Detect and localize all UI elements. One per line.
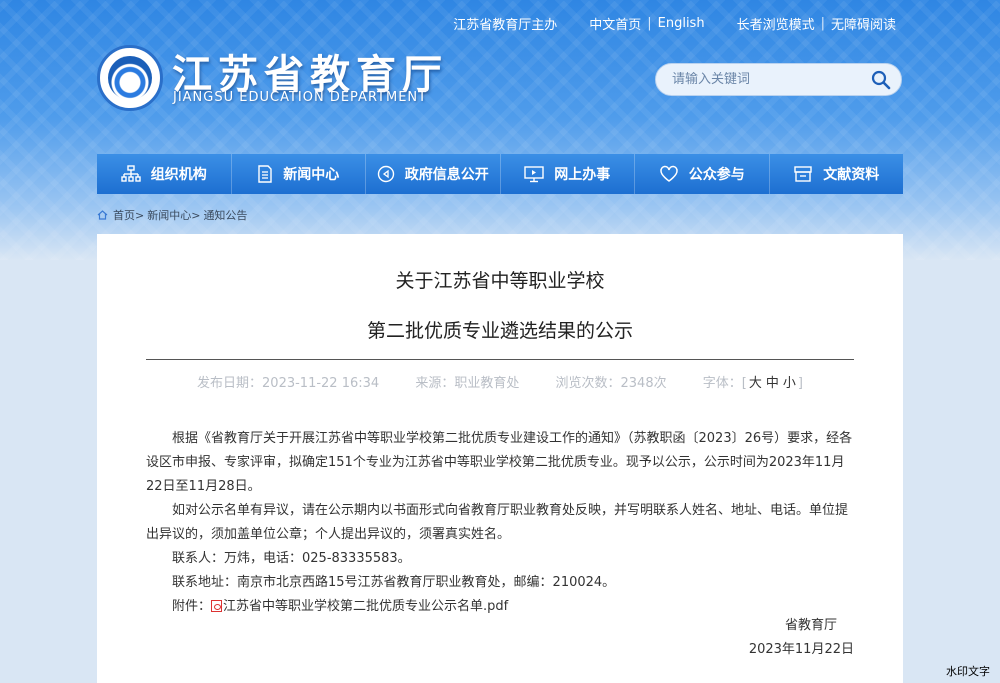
nav-label: 组织机构 xyxy=(150,167,207,183)
nav-item-news[interactable]: 新闻中心 xyxy=(232,154,366,194)
host-link[interactable]: 江苏省教育厅主办 xyxy=(453,14,557,33)
compass-icon xyxy=(377,165,394,183)
paragraph-1: 根据《省教育厅关于开展江苏省中等职业学校第二批优质专业建设工作的通知》（苏教职函… xyxy=(146,431,853,494)
font-large-button[interactable]: 大 xyxy=(749,376,762,391)
breadcrumb-home[interactable]: 首页 xyxy=(113,207,135,223)
nav-item-public-participation[interactable]: 公众参与 xyxy=(635,154,770,194)
attachment-line: 附件： 江苏省中等职业学校第二批优质专业公示名单.pdf xyxy=(146,595,854,619)
home-cn-link[interactable]: 中文首页 xyxy=(589,14,641,33)
department-logo-icon[interactable] xyxy=(97,45,163,111)
monitor-icon xyxy=(524,166,544,183)
nav-item-documents[interactable]: 文献资料 xyxy=(770,154,904,194)
document-icon xyxy=(258,165,272,183)
heart-icon xyxy=(660,165,678,182)
publish-date: 2023-11-22 16:34 xyxy=(262,376,380,391)
home-icon[interactable] xyxy=(97,210,108,220)
article-title-line1: 关于江苏省中等职业学校 xyxy=(395,270,605,292)
views-label: 浏览次数： xyxy=(555,376,621,391)
accessibility-link[interactable]: 无障碍阅读 xyxy=(831,14,896,33)
nav-item-organization[interactable]: 组织机构 xyxy=(97,154,232,194)
nav-label: 公众参与 xyxy=(688,167,745,183)
main-nav: 组织机构 新闻中心 政府信息公开 网上办事 公众参与 文献资料 xyxy=(97,154,903,194)
signature: 省教育厅 xyxy=(784,618,837,633)
nav-label: 新闻中心 xyxy=(283,167,340,183)
font-small-button[interactable]: 小 xyxy=(783,376,796,391)
nav-item-online-service[interactable]: 网上办事 xyxy=(501,154,635,194)
pdf-icon xyxy=(211,600,223,612)
attachment-link[interactable]: 江苏省中等职业学校第二批优质专业公示名单.pdf xyxy=(223,599,508,614)
search-input[interactable] xyxy=(656,72,861,87)
title-divider xyxy=(146,359,854,360)
nav-label: 网上办事 xyxy=(554,167,611,183)
article-body: 根据《省教育厅关于开展江苏省中等职业学校第二批优质专业建设工作的通知》（苏教职函… xyxy=(146,427,854,619)
breadcrumb-news[interactable]: 新闻中心 xyxy=(147,207,191,223)
search-icon[interactable] xyxy=(861,70,901,90)
watermark-text: 水印文字 xyxy=(946,665,990,678)
elder-mode-link[interactable]: 长者浏览模式 xyxy=(737,14,815,33)
english-link[interactable]: English xyxy=(658,16,705,31)
view-count: 2348次 xyxy=(620,376,667,391)
top-links: 江苏省教育厅主办 中文首页 | English 长者浏览模式 | 无障碍阅读 xyxy=(453,14,896,33)
org-chart-icon xyxy=(121,165,141,182)
nav-label: 政府信息公开 xyxy=(404,167,489,183)
site-subtitle: JIANGSU EDUCATION DEPARTMENT xyxy=(173,90,428,105)
contact-line: 联系人：万炜，电话：025-83335583。 xyxy=(172,551,411,566)
publish-date-label: 发布日期： xyxy=(197,376,263,391)
font-label: 字体： xyxy=(702,376,742,391)
source-label: 来源： xyxy=(415,376,455,391)
article-meta: 发布日期：2023-11-22 16:34 来源：职业教育处 浏览次数：2348… xyxy=(97,372,903,391)
breadcrumb: 首页 > 新闻中心 > 通知公告 xyxy=(97,207,247,223)
archive-icon xyxy=(794,166,812,182)
paragraph-2: 如对公示名单有异议，请在公示期内以书面形式向省教育厅职业教育处反映，并写明联系人… xyxy=(146,503,849,542)
attachment-label: 附件： xyxy=(172,599,212,614)
address-line: 联系地址：南京市北京西路15号江苏省教育厅职业教育处，邮编：210024。 xyxy=(172,575,616,590)
sign-date: 2023年11月22日 xyxy=(748,642,854,657)
font-size-control: 字体：[大中小] xyxy=(702,376,803,391)
font-medium-button[interactable]: 中 xyxy=(766,376,779,391)
source: 职业教育处 xyxy=(454,376,520,391)
article-title-line2: 第二批优质专业遴选结果的公示 xyxy=(366,320,633,342)
article-panel: 关于江苏省中等职业学校 第二批优质专业遴选结果的公示 发布日期：2023-11-… xyxy=(97,234,903,683)
search-box xyxy=(655,63,902,96)
breadcrumb-notice[interactable]: 通知公告 xyxy=(203,207,247,223)
nav-item-gov-info[interactable]: 政府信息公开 xyxy=(366,154,501,194)
nav-label: 文献资料 xyxy=(823,167,880,183)
